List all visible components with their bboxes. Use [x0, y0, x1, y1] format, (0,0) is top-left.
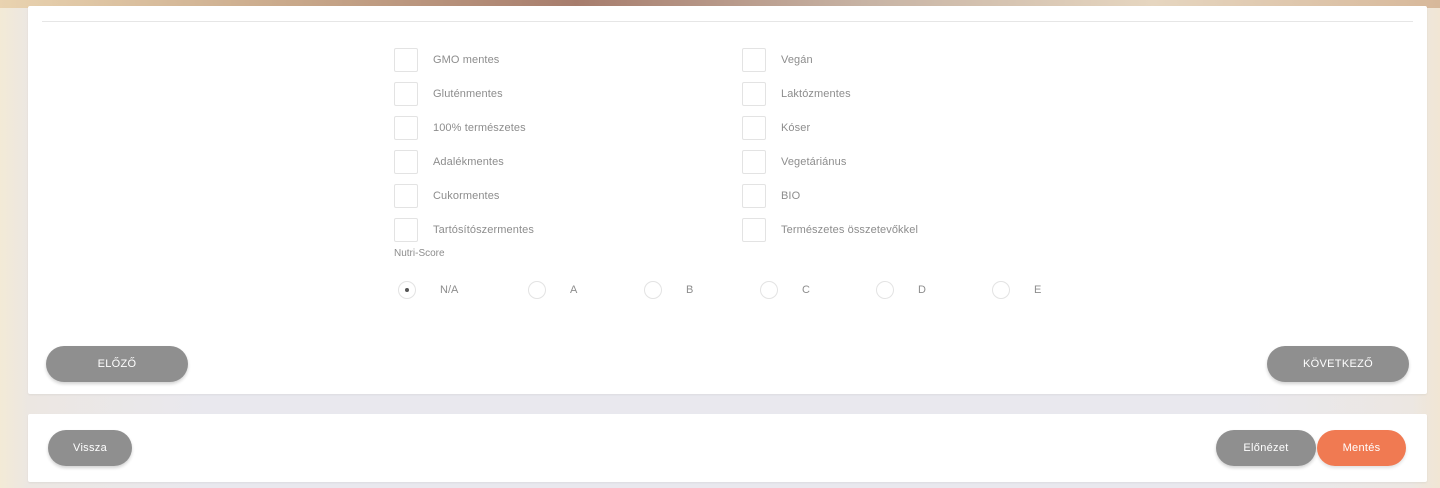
checkbox-label: Kóser: [781, 122, 811, 134]
checkbox-box[interactable]: [742, 150, 766, 174]
checkbox-label: Cukormentes: [433, 190, 500, 202]
checkbox-gluten-free[interactable]: Gluténmentes: [394, 80, 503, 108]
radio-dot: [405, 288, 409, 292]
checkbox-label: Gluténmentes: [433, 88, 503, 100]
radio-nutri-a[interactable]: A: [528, 279, 577, 301]
checkbox-box[interactable]: [742, 218, 766, 242]
next-button[interactable]: KÖVETKEZŐ: [1267, 346, 1409, 382]
radio-label: C: [802, 284, 810, 296]
checkbox-box[interactable]: [394, 184, 418, 208]
checkbox-box[interactable]: [742, 184, 766, 208]
checkbox-sugar-free[interactable]: Cukormentes: [394, 182, 500, 210]
checkbox-label: Adalékmentes: [433, 156, 504, 168]
radio-nutri-b[interactable]: B: [644, 279, 693, 301]
checkbox-box[interactable]: [394, 82, 418, 106]
radio-circle[interactable]: [760, 281, 778, 299]
checkbox-additive-free[interactable]: Adalékmentes: [394, 148, 504, 176]
checkbox-box[interactable]: [742, 116, 766, 140]
radio-label: E: [1034, 284, 1042, 296]
checkbox-label: Laktózmentes: [781, 88, 851, 100]
checkbox-kosher[interactable]: Kóser: [742, 114, 810, 142]
checkbox-preservative-free[interactable]: Tartósítószermentes: [394, 216, 534, 244]
radio-circle[interactable]: [644, 281, 662, 299]
checkbox-gmo-free[interactable]: GMO mentes: [394, 46, 499, 74]
radio-circle[interactable]: [528, 281, 546, 299]
checkbox-label: GMO mentes: [433, 54, 500, 66]
divider: [42, 21, 1413, 22]
radio-circle-selected[interactable]: [398, 281, 416, 299]
footer-actions-card: Vissza Előnézet Mentés: [28, 414, 1427, 482]
checkbox-vegan[interactable]: Vegán: [742, 46, 813, 74]
radio-nutri-d[interactable]: D: [876, 279, 926, 301]
checkbox-label: Tartósítószermentes: [433, 224, 534, 236]
radio-label: D: [918, 284, 926, 296]
previous-button[interactable]: ELŐZŐ: [46, 346, 188, 382]
checkbox-100-natural[interactable]: 100% természetes: [394, 114, 526, 142]
checkbox-box[interactable]: [742, 82, 766, 106]
radio-nutri-e[interactable]: E: [992, 279, 1041, 301]
save-button[interactable]: Mentés: [1317, 430, 1406, 466]
checkbox-box[interactable]: [394, 116, 418, 140]
checkbox-lactose-free[interactable]: Laktózmentes: [742, 80, 851, 108]
radio-circle[interactable]: [876, 281, 894, 299]
back-button[interactable]: Vissza: [48, 430, 132, 466]
radio-circle[interactable]: [992, 281, 1010, 299]
checkbox-label: BIO: [781, 190, 801, 202]
checkbox-box[interactable]: [394, 218, 418, 242]
checkbox-label: Természetes összetevőkkel: [781, 224, 918, 236]
radio-label: B: [686, 284, 694, 296]
checkbox-natural-ingredients[interactable]: Természetes összetevőkkel: [742, 216, 918, 244]
preview-button[interactable]: Előnézet: [1216, 430, 1316, 466]
nutri-score-label: Nutri-Score: [394, 248, 445, 259]
checkbox-bio[interactable]: BIO: [742, 182, 800, 210]
checkbox-label: 100% természetes: [433, 122, 526, 134]
checkbox-vegetarian[interactable]: Vegetáriánus: [742, 148, 846, 176]
radio-label: N/A: [440, 284, 459, 296]
checkbox-label: Vegetáriánus: [781, 156, 847, 168]
radio-nutri-na[interactable]: N/A: [398, 279, 458, 301]
radio-nutri-c[interactable]: C: [760, 279, 810, 301]
checkbox-label: Vegán: [781, 54, 813, 66]
checkbox-box[interactable]: [742, 48, 766, 72]
radio-label: A: [570, 284, 578, 296]
attributes-form-card: GMO mentes Gluténmentes 100% természetes…: [28, 6, 1427, 394]
checkbox-box[interactable]: [394, 48, 418, 72]
checkbox-box[interactable]: [394, 150, 418, 174]
